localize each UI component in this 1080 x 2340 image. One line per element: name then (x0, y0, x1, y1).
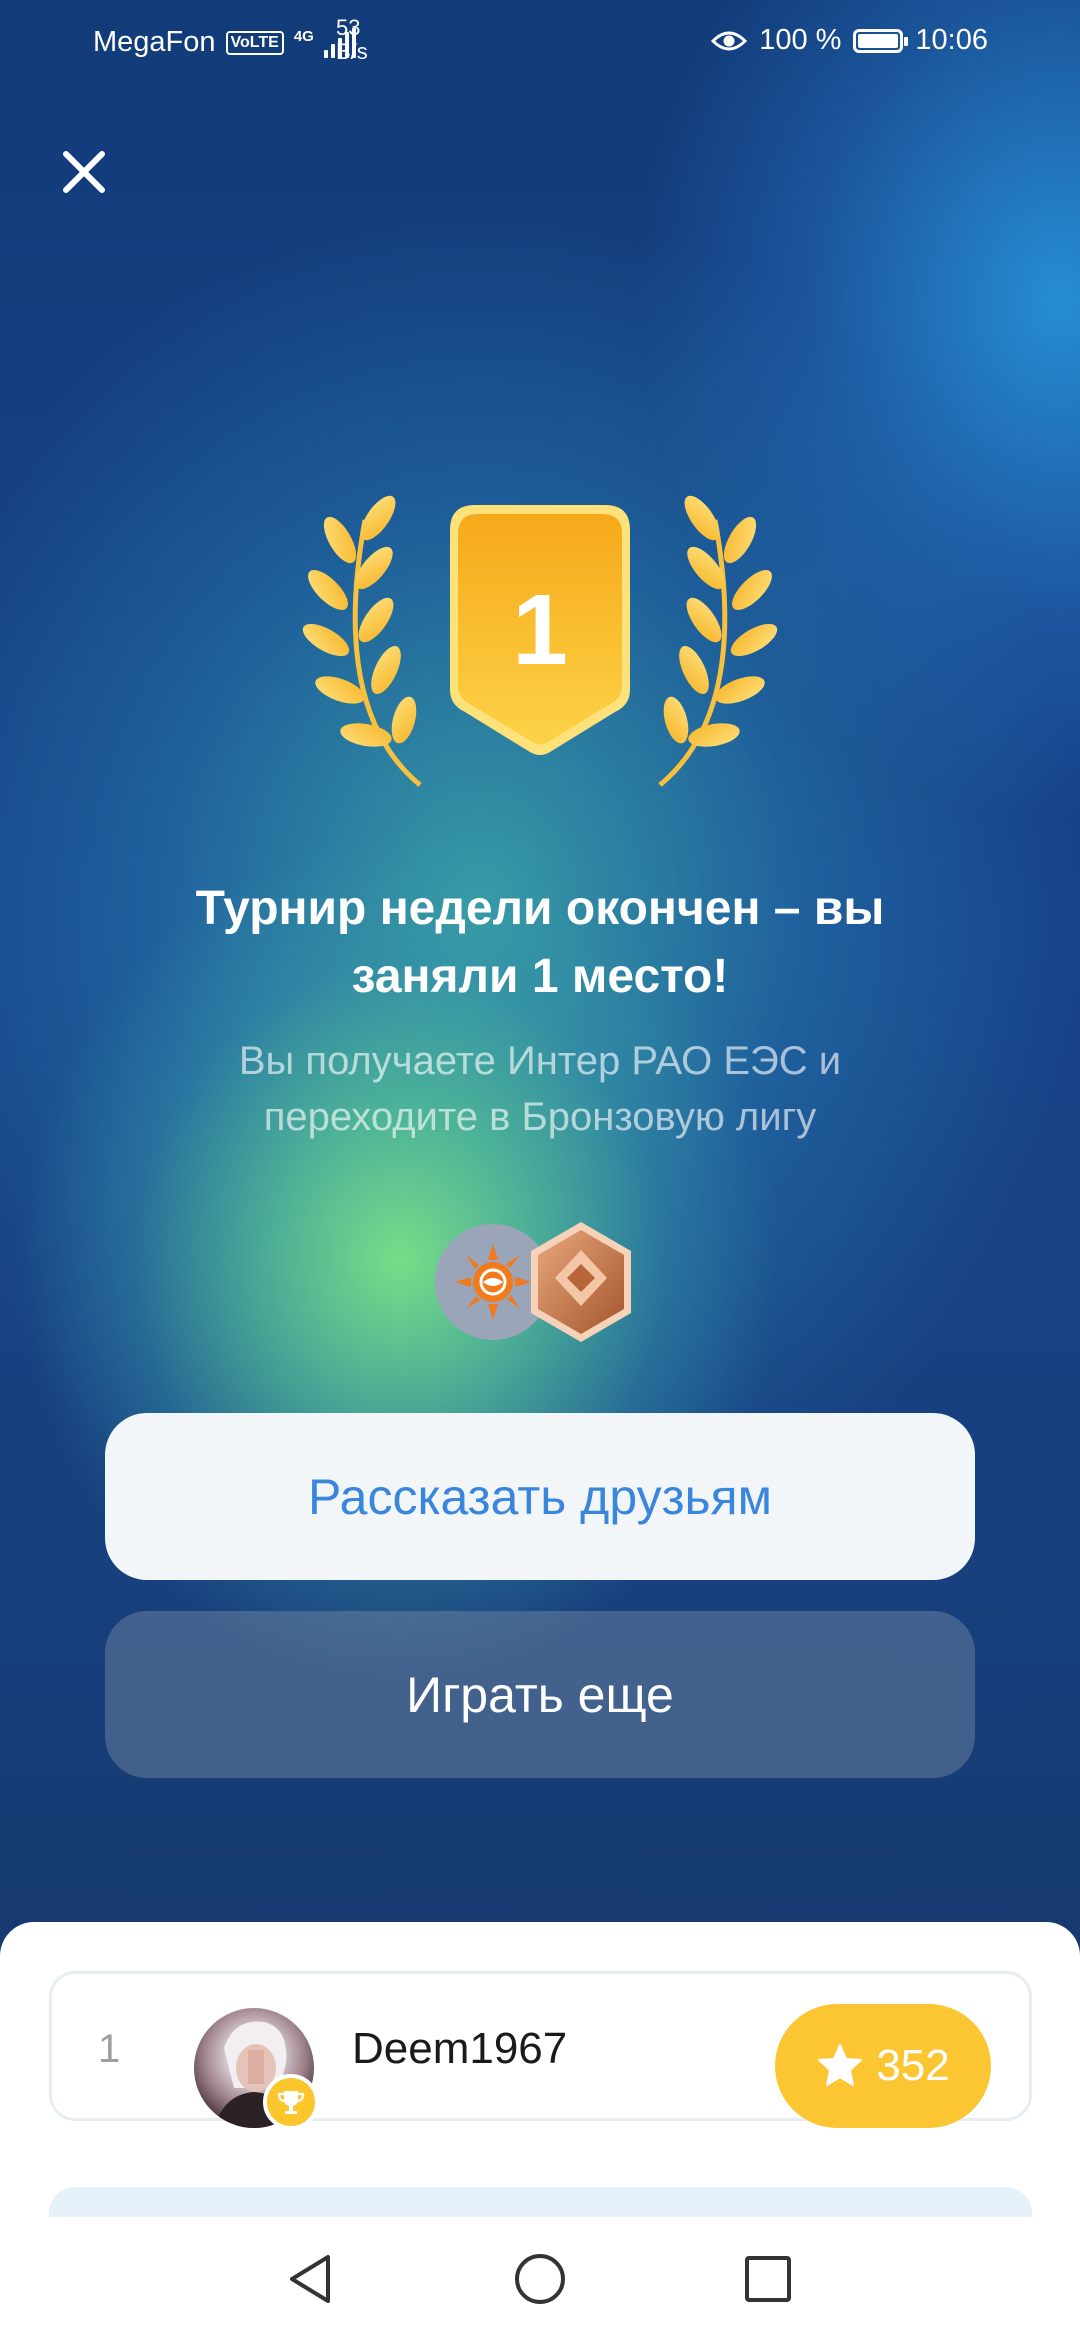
result-subtitle: Вы получаете Интер РАО ЕЭС и переходите … (120, 1033, 960, 1145)
play-again-button[interactable]: Играть еще (105, 1611, 975, 1778)
leaderboard-row[interactable]: 1 Deem1967 352 (49, 1971, 1032, 2130)
speed-unit: B/s (336, 39, 368, 64)
leaderboard-next-row (49, 2187, 1032, 2217)
carrier-name: MegaFon (93, 26, 216, 58)
status-left: MegaFon VoLTE 4G (93, 26, 356, 59)
place-number: 1 (512, 574, 568, 686)
score-value: 352 (876, 2041, 950, 2090)
share-with-friends-button[interactable]: Рассказать друзьям (105, 1413, 975, 1580)
bronze-league-icon (531, 1222, 631, 1342)
username: Deem1967 (352, 2024, 568, 2073)
star-icon (818, 2044, 863, 2086)
rank-number: 1 (98, 2027, 121, 2071)
clock: 10:06 (915, 24, 988, 56)
result-title-line-2: заняли 1 место! (351, 950, 729, 1003)
result-subtitle-line-2: переходите в Бронзовую лигу (263, 1095, 817, 1139)
trophy-badge (263, 2074, 319, 2130)
status-bar: MegaFon VoLTE 4G 53 B/s 100 % 10:06 (0, 0, 1080, 84)
system-nav-bar (0, 2218, 1080, 2340)
rewards (435, 1220, 645, 1342)
recents-icon (745, 2256, 791, 2302)
back-button[interactable] (276, 2244, 346, 2314)
close-button[interactable] (52, 140, 116, 204)
status-right: 100 % 10:06 (711, 24, 988, 57)
speed-value: 53 (336, 15, 361, 40)
result-subtitle-line-1: Вы получаете Интер РАО ЕЭС и (238, 1039, 842, 1083)
recents-button[interactable] (733, 2244, 803, 2314)
result-title-line-1: Турнир недели окончен – вы (195, 882, 885, 935)
battery-percent: 100 % (759, 24, 842, 56)
network-speed: 53 B/s (336, 16, 368, 64)
battery-icon (853, 28, 909, 53)
trophy-icon (277, 2091, 305, 2114)
home-icon (515, 2254, 565, 2304)
volte-badge: VoLTE (225, 30, 284, 55)
eye-icon (711, 31, 748, 50)
close-icon (63, 151, 105, 193)
network-type: 4G (293, 28, 314, 45)
score-badge: 352 (775, 2004, 991, 2128)
back-icon (290, 2255, 330, 2303)
home-button[interactable] (505, 2244, 575, 2314)
result-title: Турнир недели окончен – вы заняли 1 мест… (120, 875, 960, 1011)
